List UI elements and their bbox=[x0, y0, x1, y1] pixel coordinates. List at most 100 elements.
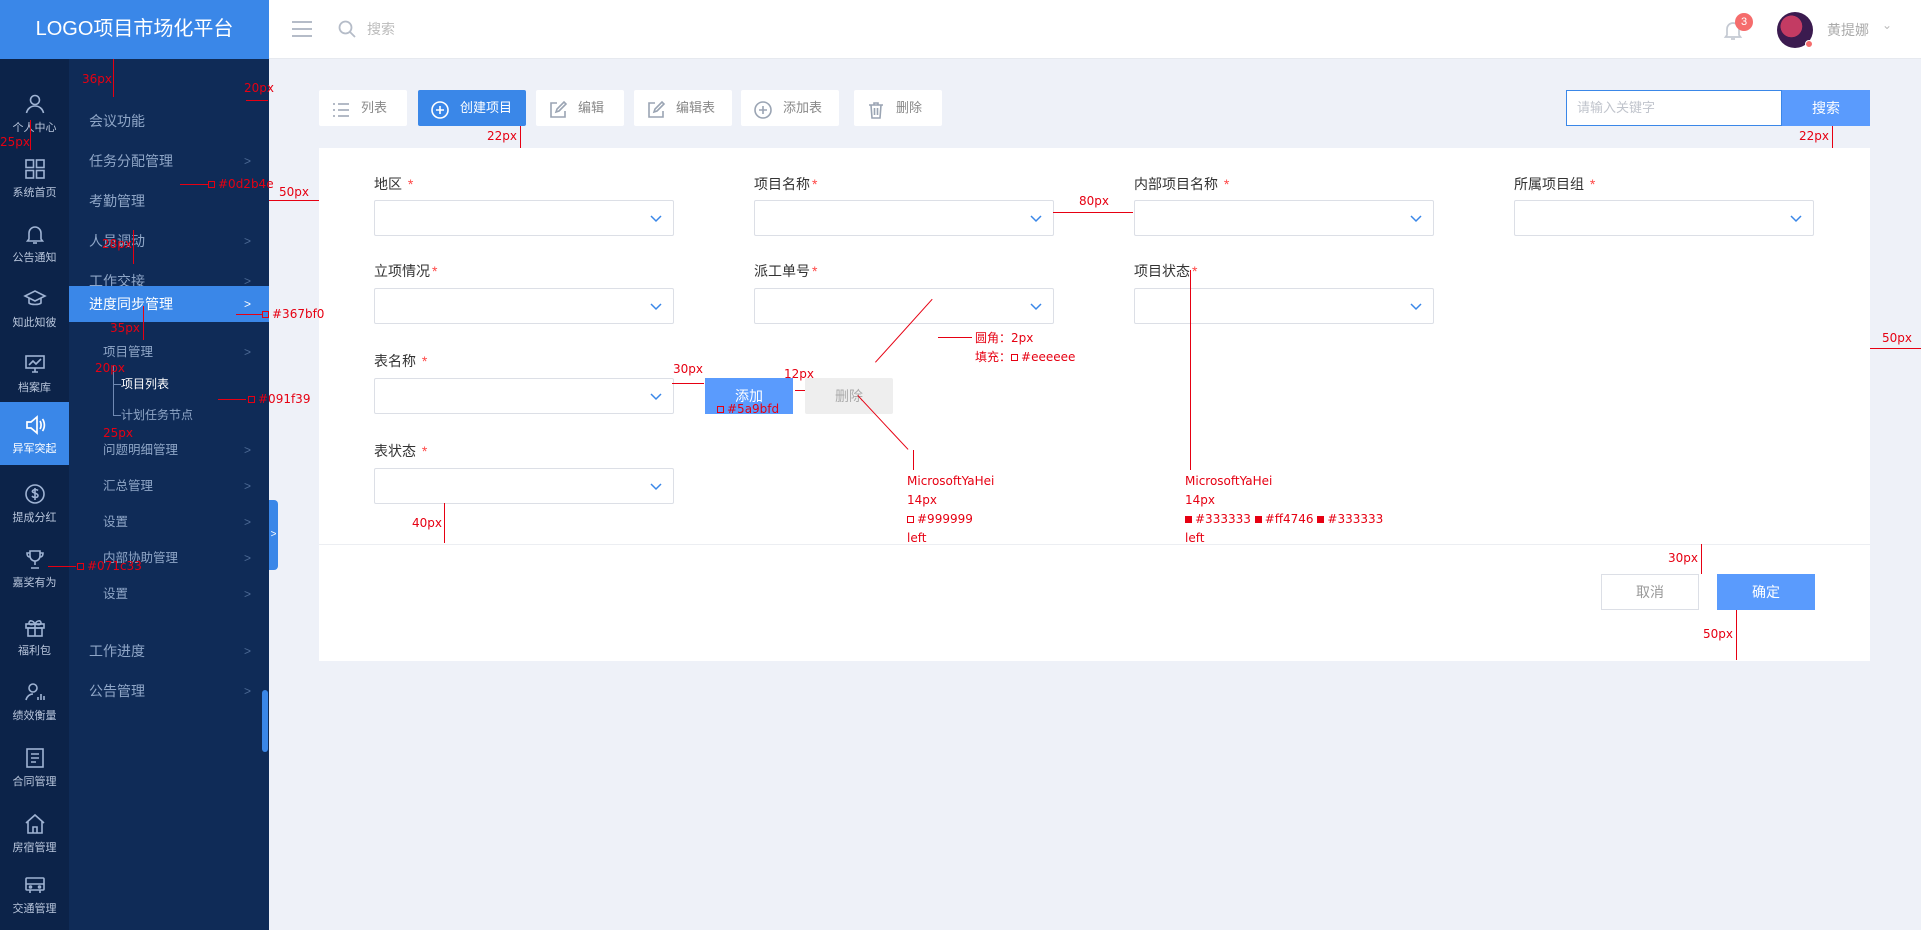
subnav-task-assignment[interactable]: 任务分配管理 > bbox=[69, 143, 269, 179]
project-group-select[interactable] bbox=[1514, 200, 1814, 236]
sidebar-collapse-handle[interactable]: > bbox=[269, 500, 278, 570]
nav-announcement[interactable]: 公告通知 bbox=[0, 211, 69, 274]
delete-button[interactable]: 删除 bbox=[854, 90, 942, 126]
annotation-line bbox=[48, 566, 76, 567]
field-label-internal-name: 内部项目名称 * bbox=[1134, 174, 1229, 194]
label-text: 表名称 bbox=[374, 353, 416, 369]
chevron-down-icon[interactable]: ⌄ bbox=[1882, 18, 1892, 32]
annotation-text: left bbox=[1185, 531, 1205, 545]
annotation-color: #5a9bfd bbox=[717, 403, 779, 415]
subnav-meeting[interactable]: 会议功能 bbox=[69, 103, 269, 139]
annotation-line bbox=[218, 399, 246, 400]
table-status-select[interactable] bbox=[374, 468, 674, 504]
project-name-select[interactable] bbox=[754, 200, 1054, 236]
subnav-label: 问题明细管理 bbox=[103, 443, 179, 457]
hamburger-icon[interactable] bbox=[291, 19, 313, 39]
icon-sidebar: 个人中心 系统首页 公告通知 知此知彼 档案库 异军突起 提成分红 嘉奖有为 福… bbox=[0, 59, 69, 930]
keyword-search-input[interactable]: 请输入关键字 bbox=[1566, 90, 1782, 126]
nav-rise[interactable]: 异军突起 bbox=[0, 402, 69, 465]
top-bar: 搜索 3 黄提娜 ⌄ bbox=[269, 0, 1921, 59]
project-status-select[interactable] bbox=[1134, 288, 1434, 324]
field-label-project-status: 项目状态 * bbox=[1134, 261, 1197, 281]
annotation-color: #091f39 bbox=[248, 393, 310, 405]
confirm-button[interactable]: 确定 bbox=[1717, 574, 1815, 610]
panel-divider bbox=[319, 544, 1870, 545]
app-logo[interactable]: LOGO项目市场化平台 bbox=[0, 0, 269, 59]
field-label-approval: 立项情况 * bbox=[374, 261, 437, 281]
list-button[interactable]: 列表 bbox=[319, 90, 407, 126]
dollar-icon bbox=[23, 482, 47, 506]
region-select[interactable] bbox=[374, 200, 674, 236]
search-button[interactable]: 搜索 bbox=[1782, 90, 1870, 126]
online-status-dot bbox=[1805, 40, 1813, 48]
annotation-color: #071c33 bbox=[77, 560, 142, 572]
color-swatch bbox=[1317, 516, 1325, 523]
add-table-button[interactable]: 添加表 bbox=[741, 90, 839, 126]
subnav-settings-2[interactable]: 设置 > bbox=[69, 579, 269, 609]
nav-welfare[interactable]: 福利包 bbox=[0, 604, 69, 667]
nav-transport[interactable]: 交通管理 bbox=[0, 862, 69, 925]
required-mark: * bbox=[421, 443, 428, 459]
user-icon bbox=[23, 92, 47, 116]
create-project-button[interactable]: 创建项目 bbox=[418, 90, 526, 126]
edit-table-button[interactable]: 编辑表 bbox=[634, 90, 732, 126]
dispatch-no-select[interactable] bbox=[754, 288, 1054, 324]
nav-knowledge[interactable]: 知此知彼 bbox=[0, 276, 69, 339]
annotation-text: #333333 bbox=[1327, 512, 1384, 526]
annotation-font-spec: MicrosoftYaHei 14px #999999 left bbox=[907, 472, 994, 548]
delete-table-row-button[interactable]: 删除 bbox=[805, 378, 893, 414]
required-mark: * bbox=[432, 263, 438, 279]
nav-awards[interactable]: 嘉奖有为 bbox=[0, 536, 69, 599]
button-label: 添加表 bbox=[783, 100, 823, 115]
nav-system-home[interactable]: 系统首页 bbox=[0, 146, 69, 209]
subnav-label: 工作进度 bbox=[89, 643, 145, 659]
annotation-line bbox=[113, 59, 114, 97]
sidebar-scrollbar[interactable] bbox=[262, 690, 268, 752]
table-name-select[interactable] bbox=[374, 378, 674, 414]
annotation-line bbox=[444, 503, 445, 543]
annotation-label: 22px bbox=[1799, 129, 1829, 143]
bus-icon bbox=[23, 873, 47, 897]
approval-select[interactable] bbox=[374, 288, 674, 324]
subnav-issue-mgmt[interactable]: 问题明细管理 > bbox=[69, 435, 269, 465]
subnav-summary-mgmt[interactable]: 汇总管理 > bbox=[69, 471, 269, 501]
nav-label: 福利包 bbox=[18, 645, 51, 657]
subnav-settings[interactable]: 设置 > bbox=[69, 507, 269, 537]
subnav-work-progress[interactable]: 工作进度 > bbox=[69, 633, 269, 669]
nav-contract[interactable]: 合同管理 bbox=[0, 735, 69, 798]
edit-button[interactable]: 编辑 bbox=[536, 90, 624, 126]
required-mark: * bbox=[1192, 263, 1198, 279]
field-label-region: 地区 * bbox=[374, 174, 413, 194]
search-icon bbox=[337, 19, 357, 39]
nav-housing[interactable]: 房宿管理 bbox=[0, 801, 69, 864]
internal-name-select[interactable] bbox=[1134, 200, 1434, 236]
subnav-label: 公告管理 bbox=[89, 683, 145, 699]
chevron-down-icon bbox=[1790, 215, 1802, 223]
top-search-input[interactable]: 搜索 bbox=[337, 18, 537, 40]
label-text: 所属项目组 bbox=[1514, 176, 1584, 192]
button-label: 编辑表 bbox=[676, 100, 716, 115]
subnav-plan-node[interactable]: 计划任务节点 bbox=[69, 402, 269, 428]
subnav-transfer[interactable]: 人员调动 > bbox=[69, 223, 269, 259]
cancel-button[interactable]: 取消 bbox=[1601, 574, 1699, 610]
gift-icon bbox=[23, 615, 47, 639]
nav-performance[interactable]: 绩效衡量 bbox=[0, 669, 69, 732]
color-swatch bbox=[907, 516, 914, 523]
subnav-announcement-mgmt[interactable]: 公告管理 > bbox=[69, 673, 269, 709]
edit-icon bbox=[548, 98, 568, 118]
chevron-down-icon bbox=[650, 393, 662, 401]
username[interactable]: 黄提娜 bbox=[1827, 20, 1869, 40]
label-text: 地区 bbox=[374, 176, 402, 192]
annotation-line bbox=[236, 314, 262, 315]
monitor-chart-icon bbox=[23, 352, 47, 376]
annotation-color: #999999 bbox=[907, 510, 994, 529]
subnav-progress-sync[interactable]: 进度同步管理 > bbox=[69, 286, 269, 322]
nav-archive[interactable]: 档案库 bbox=[0, 341, 69, 404]
nav-label: 公告通知 bbox=[12, 252, 57, 264]
required-mark: * bbox=[421, 353, 428, 369]
chevron-right-icon: > bbox=[243, 644, 251, 658]
nav-commission[interactable]: 提成分红 bbox=[0, 471, 69, 534]
chevron-down-icon bbox=[650, 303, 662, 311]
nav-label: 知此知彼 bbox=[12, 317, 57, 329]
subnav-label: 设置 bbox=[103, 515, 129, 529]
